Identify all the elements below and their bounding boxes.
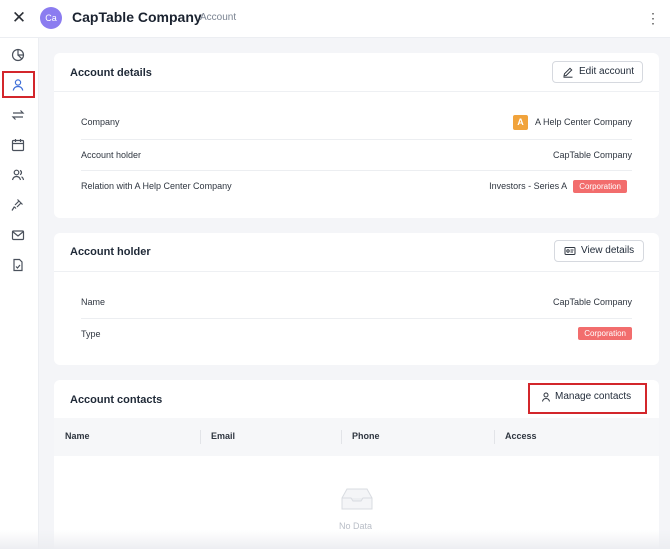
account-details-title: Account details xyxy=(70,67,152,79)
account-contacts-title: Account contacts xyxy=(70,394,163,406)
card-divider xyxy=(54,91,659,92)
company-label: Company xyxy=(81,117,120,127)
column-divider xyxy=(341,430,342,444)
holder-type-label: Type xyxy=(81,329,101,339)
row-divider xyxy=(81,139,632,140)
contacts-table-header: Name Email Phone Access xyxy=(54,418,659,456)
column-header-phone[interactable]: Phone xyxy=(352,431,380,441)
relation-text: Investors - Series A xyxy=(489,180,567,191)
company-value: A A Help Center Company xyxy=(512,115,632,130)
holder-name-label: Name xyxy=(81,297,106,307)
gavel-icon[interactable] xyxy=(10,197,26,213)
view-details-label: View details xyxy=(581,245,635,256)
edit-account-label: Edit account xyxy=(579,66,635,77)
sidebar xyxy=(0,38,39,549)
account-holder-value: CapTable Company xyxy=(552,150,632,160)
view-details-button[interactable]: View details xyxy=(554,240,644,262)
column-header-name[interactable]: Name xyxy=(65,431,90,441)
column-divider xyxy=(494,430,495,444)
relation-label: Relation with A Help Center Company xyxy=(81,181,232,191)
manage-contacts-highlight xyxy=(528,383,647,414)
pie-chart-icon[interactable] xyxy=(10,47,26,63)
relation-value: Investors - Series A Corporation xyxy=(489,180,627,193)
empty-inbox-icon xyxy=(341,488,373,510)
document-icon[interactable] xyxy=(10,257,26,273)
calendar-icon[interactable] xyxy=(10,137,26,153)
close-icon[interactable]: ✕ xyxy=(10,9,28,27)
page-subtitle: Account xyxy=(200,12,237,23)
avatar: Ca xyxy=(40,7,62,29)
company-badge: A xyxy=(512,115,528,130)
more-options-icon[interactable]: ⋮ xyxy=(646,9,660,27)
mail-icon[interactable] xyxy=(10,227,26,243)
corporation-tag: Corporation xyxy=(573,180,627,193)
account-holder-label: Account holder xyxy=(81,150,142,160)
transfer-arrows-icon[interactable] xyxy=(10,107,26,123)
holder-type-value: Corporation xyxy=(578,327,632,340)
column-header-email[interactable]: Email xyxy=(211,431,235,441)
corporation-tag: Corporation xyxy=(578,327,632,340)
row-divider xyxy=(81,318,632,319)
users-icon[interactable] xyxy=(10,167,26,183)
edit-icon xyxy=(563,67,573,78)
column-header-access[interactable]: Access xyxy=(505,431,537,441)
page-title: CapTable Company xyxy=(72,9,202,25)
account-holder-title: Account holder xyxy=(70,246,151,258)
holder-name-value: CapTable Company xyxy=(552,297,632,307)
active-nav-highlight xyxy=(2,71,35,98)
bottom-fade xyxy=(0,530,670,549)
id-card-icon xyxy=(564,247,576,255)
company-name: A Help Center Company xyxy=(534,116,632,127)
row-divider xyxy=(81,170,632,171)
top-bar: ✕ Ca CapTable Company Account ⋮ xyxy=(0,0,670,38)
account-details-card: Account details Edit account Company A A … xyxy=(54,53,659,218)
card-divider xyxy=(54,271,659,272)
account-holder-card: Account holder View details Name CapTabl… xyxy=(54,233,659,365)
column-divider xyxy=(200,430,201,444)
edit-account-button[interactable]: Edit account xyxy=(552,61,643,83)
